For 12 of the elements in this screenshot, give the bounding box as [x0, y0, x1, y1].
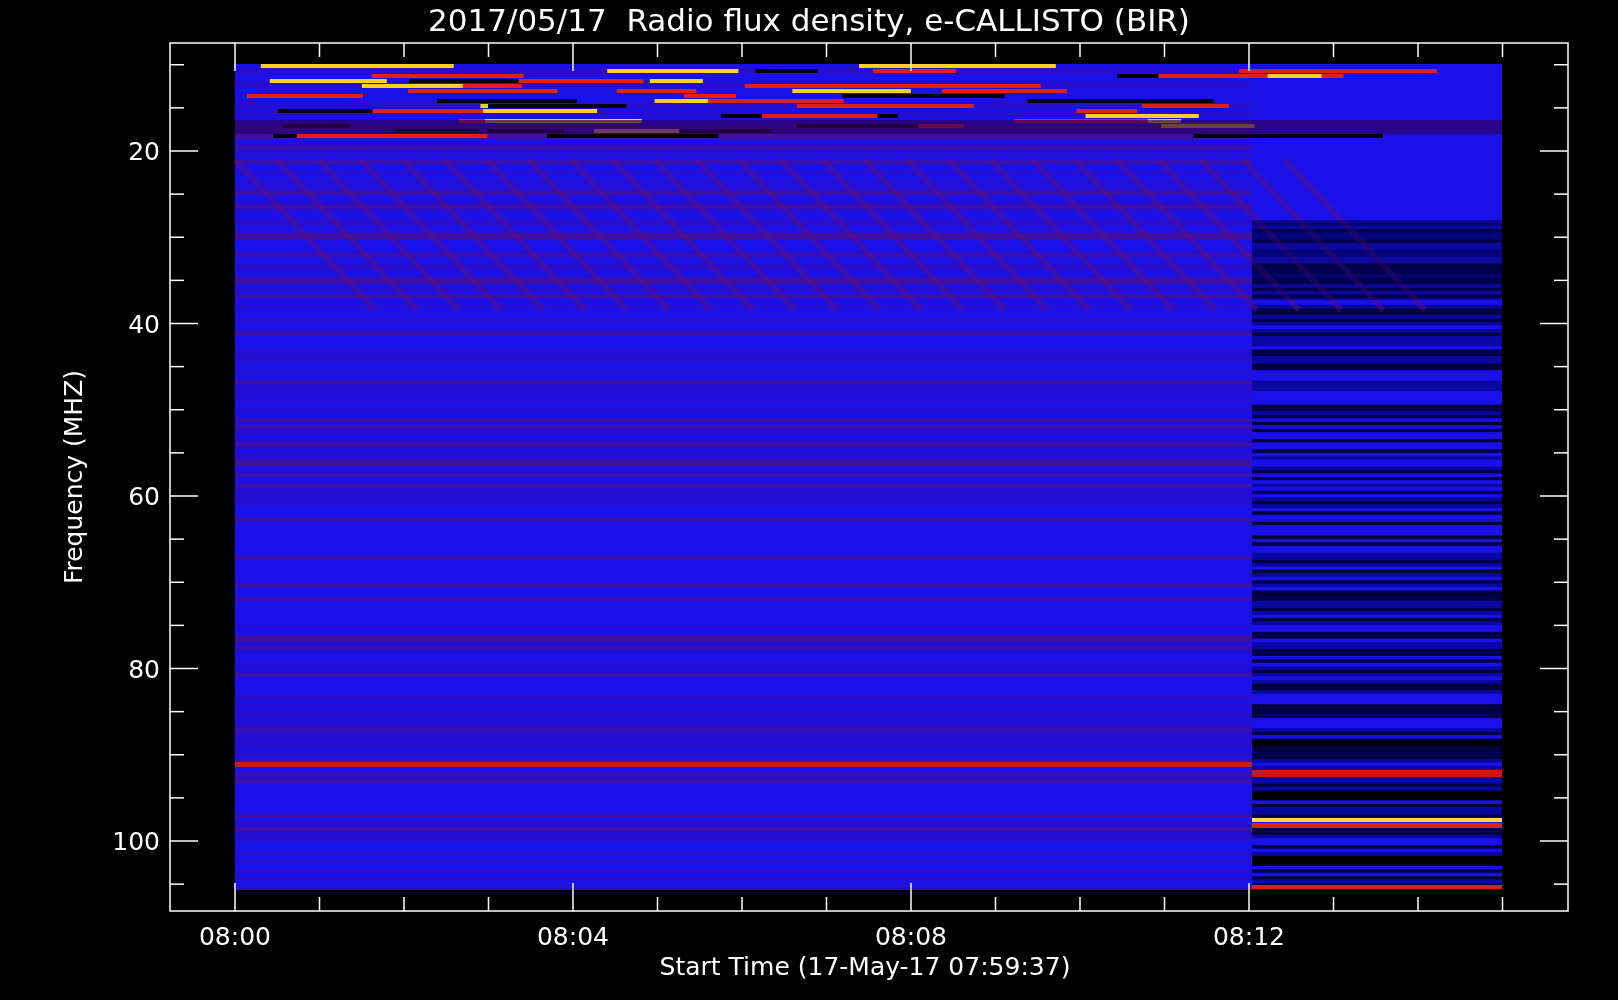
chart-title: 2017/05/17 Radio flux density, e-CALLISTO (BIR) [428, 2, 1190, 38]
y-axis-label: Frequency (MHZ) [59, 369, 88, 585]
x-tick-label: 08:00 [199, 922, 271, 951]
x-tick-label: 08:12 [1213, 922, 1285, 951]
x-tick-label: 08:08 [875, 922, 947, 951]
y-tick-label: 40 [128, 309, 160, 339]
x-axis-label: Start Time (17-May-17 07:59:37) [659, 952, 1071, 981]
y-tick-label: 80 [128, 654, 160, 684]
y-tick-label: 60 [128, 482, 160, 511]
y-tick-label: 100 [112, 827, 160, 856]
x-tick-label: 08:04 [537, 922, 609, 951]
y-tick-label: 20 [128, 137, 160, 166]
